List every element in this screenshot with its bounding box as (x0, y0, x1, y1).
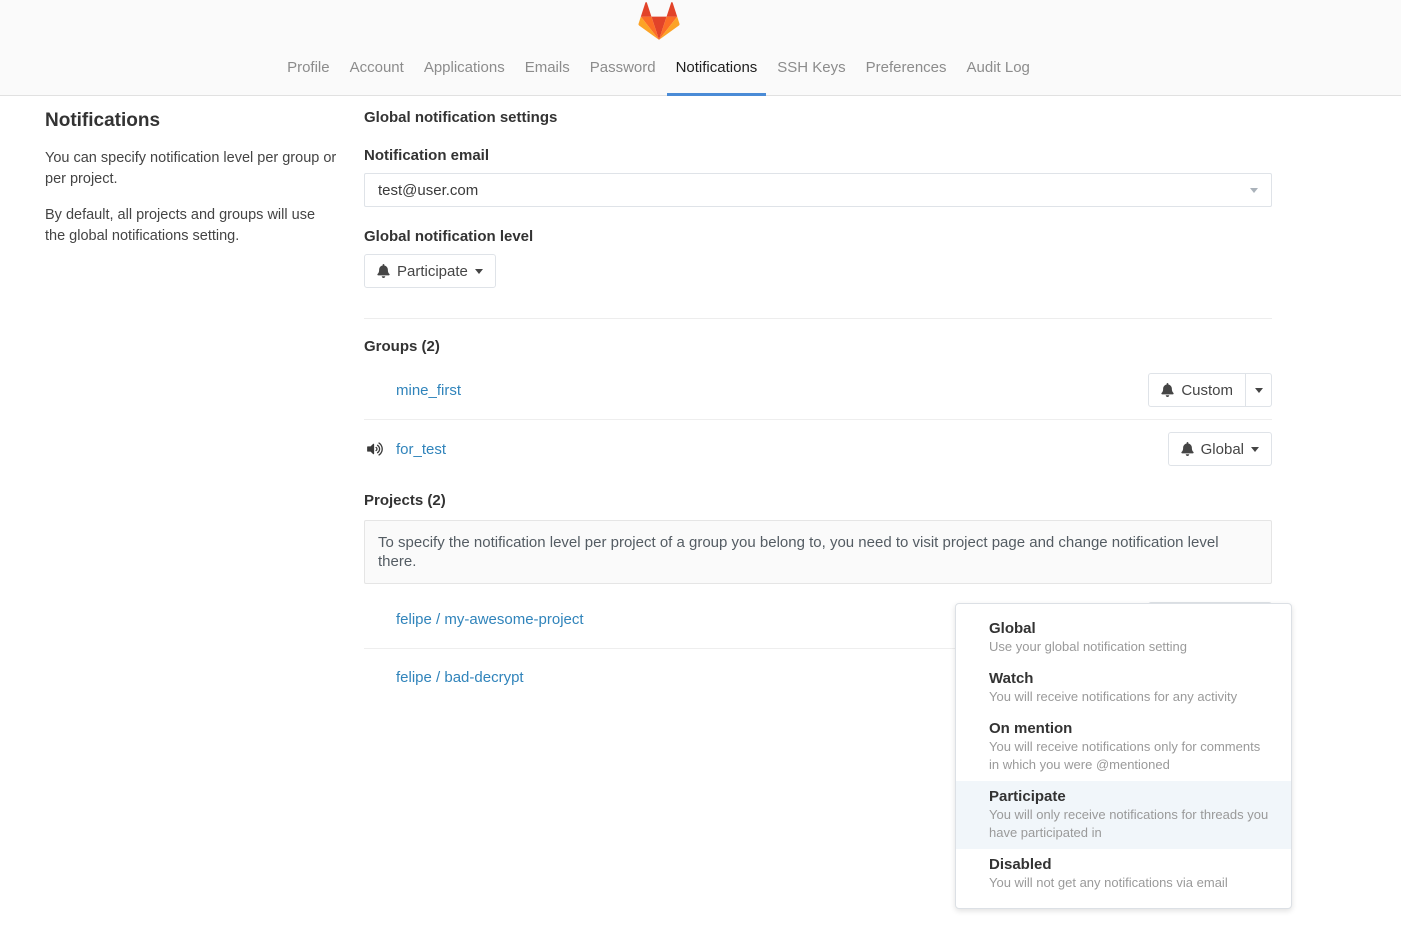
group-row: mine_first Custom (364, 361, 1272, 419)
tab-account[interactable]: Account (341, 41, 413, 96)
notification-level-dropdown: Global Use your global notification sett… (955, 603, 1292, 909)
profile-settings-tabs: Profile Account Applications Emails Pass… (45, 41, 1272, 95)
dropdown-item-desc: You will only receive notifications for … (989, 806, 1271, 842)
group-level-label: Custom (1181, 382, 1233, 399)
dropdown-item-title: Participate (989, 787, 1271, 806)
global-settings-title: Global notification settings (364, 109, 1272, 126)
notification-email-label: Notification email (364, 147, 1272, 164)
dropdown-item-disabled[interactable]: Disabled You will not get any notificati… (956, 849, 1291, 899)
dropdown-item-watch[interactable]: Watch You will receive notifications for… (956, 663, 1291, 713)
global-level-button[interactable]: Participate (364, 254, 496, 288)
tab-ssh-keys[interactable]: SSH Keys (768, 41, 854, 96)
group-link-for-test[interactable]: for_test (396, 441, 1168, 458)
dropdown-item-desc: You will not get any notifications via e… (989, 874, 1271, 892)
global-level-button-label: Participate (397, 263, 468, 280)
dropdown-item-desc: Use your global notification setting (989, 638, 1271, 656)
groups-title: Groups (2) (364, 338, 1272, 355)
sidebar-description: Notifications You can specify notificati… (45, 96, 364, 705)
dropdown-item-global[interactable]: Global Use your global notification sett… (956, 613, 1291, 663)
dropdown-item-desc: You will receive notifications only for … (989, 738, 1271, 774)
bell-icon (1181, 442, 1194, 456)
sidebar-paragraph: You can specify notification level per g… (45, 148, 338, 190)
dropdown-item-on-mention[interactable]: On mention You will receive notification… (956, 713, 1291, 781)
tab-preferences[interactable]: Preferences (857, 41, 956, 96)
bell-icon (1161, 383, 1174, 397)
section-divider (364, 318, 1272, 319)
caret-down-icon (1251, 447, 1259, 456)
notification-settings-page: Profile Account Applications Emails Pass… (0, 0, 1401, 928)
group-level-button[interactable]: Global (1168, 432, 1272, 466)
group-link-mine-first[interactable]: mine_first (396, 382, 1148, 399)
group-level-split-button: Custom (1148, 373, 1272, 407)
notification-email-select[interactable]: test@user.com (364, 173, 1272, 207)
tab-profile[interactable]: Profile (278, 41, 339, 96)
group-row: for_test Global (364, 419, 1272, 478)
tab-password[interactable]: Password (581, 41, 665, 96)
projects-notice: To specify the notification level per pr… (364, 520, 1272, 584)
caret-down-icon (1250, 188, 1258, 197)
dropdown-item-title: Watch (989, 669, 1271, 688)
notification-email-value: test@user.com (378, 182, 478, 199)
tab-notifications[interactable]: Notifications (667, 41, 767, 96)
projects-title: Projects (2) (364, 492, 1272, 509)
group-level-button[interactable]: Custom (1148, 373, 1246, 407)
tab-applications[interactable]: Applications (415, 41, 514, 96)
caret-down-icon (475, 269, 483, 278)
group-level-label: Global (1201, 441, 1244, 458)
groups-list: mine_first Custom f (364, 361, 1272, 478)
global-level-label: Global notification level (364, 228, 1272, 245)
top-header: Profile Account Applications Emails Pass… (0, 0, 1401, 96)
logo-area (45, 0, 1272, 41)
bell-icon (377, 264, 390, 278)
page-title: Notifications (45, 110, 338, 132)
gitlab-tanuki-logo[interactable] (638, 2, 680, 40)
dropdown-item-desc: You will receive notifications for any a… (989, 688, 1271, 706)
tab-emails[interactable]: Emails (516, 41, 579, 96)
dropdown-item-title: Disabled (989, 855, 1271, 874)
group-level-caret-button[interactable] (1246, 373, 1272, 407)
volume-up-icon (367, 442, 383, 456)
dropdown-item-title: On mention (989, 719, 1271, 738)
caret-down-icon (1255, 388, 1263, 397)
dropdown-item-title: Global (989, 619, 1271, 638)
sidebar-paragraph: By default, all projects and groups will… (45, 205, 338, 247)
tab-audit-log[interactable]: Audit Log (958, 41, 1039, 96)
dropdown-item-participate[interactable]: Participate You will only receive notifi… (956, 781, 1291, 849)
